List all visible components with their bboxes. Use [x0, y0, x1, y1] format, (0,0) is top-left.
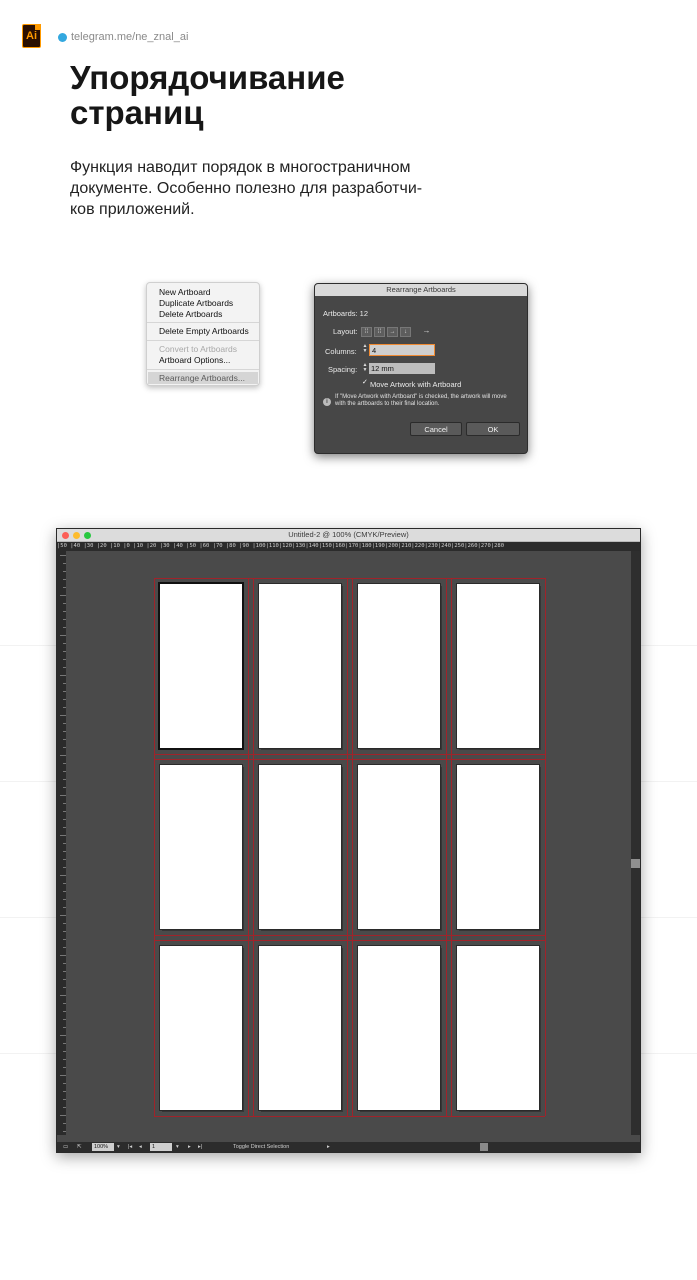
illustrator-logo-icon: Ai: [22, 24, 41, 48]
vertical-ruler: [57, 551, 66, 1135]
grid-by-column-icon[interactable]: ⁞⁞: [374, 327, 385, 337]
bleed-guide: [154, 578, 545, 579]
vertical-scrollbar[interactable]: [631, 551, 640, 1135]
artboard-number-field[interactable]: 1: [150, 1143, 172, 1151]
menu-item-delete-empty-artboards[interactable]: Delete Empty Artboards: [159, 326, 249, 336]
zoom-dropdown-icon[interactable]: ▾: [117, 1142, 120, 1152]
info-line-1: If "Move Artwork with Artboard" is check…: [335, 394, 507, 400]
spacing-stepper-icon[interactable]: ▲ ▼: [362, 363, 368, 374]
document-window: Untitled-2 @ 100% (CMYK/Preview) |50 |40…: [56, 528, 641, 1153]
menu-separator: [147, 322, 259, 323]
horizontal-ruler: |50 |40 |30 |20 |10 |0 |10 |20 |30 |40 |…: [57, 542, 640, 551]
bleed-guide: [545, 578, 546, 1116]
artboards-context-menu: New Artboard Duplicate Artboards Delete …: [146, 282, 260, 386]
move-artwork-checkbox[interactable]: ✓: [362, 379, 368, 386]
title-line-1: Упорядочивание: [70, 59, 345, 96]
dialog-title: Rearrange Artboards: [315, 284, 527, 296]
artboard[interactable]: [160, 765, 242, 929]
canvas[interactable]: [66, 551, 631, 1135]
columns-stepper-icon[interactable]: ▲ ▼: [362, 344, 368, 355]
left-to-right-icon[interactable]: →: [421, 327, 432, 337]
menu-item-new-artboard[interactable]: New Artboard: [159, 287, 211, 297]
share-icon[interactable]: ⇱: [77, 1142, 82, 1152]
bleed-guide: [154, 1116, 545, 1117]
channel-link[interactable]: telegram.me/ne_znal_ai: [71, 31, 188, 43]
artboard[interactable]: [358, 584, 440, 748]
artboard[interactable]: [457, 765, 539, 929]
telegram-icon: [58, 33, 67, 42]
bleed-guide: [347, 578, 348, 1116]
grid-by-row-icon[interactable]: ⁞⁞: [361, 327, 372, 337]
first-artboard-icon[interactable]: |◂: [128, 1142, 132, 1152]
horizontal-scrollbar[interactable]: [347, 1142, 627, 1152]
next-artboard-icon[interactable]: ▸: [188, 1142, 191, 1152]
bleed-guide: [451, 578, 452, 1116]
artboard[interactable]: [259, 946, 341, 1110]
artboards-count-label: Artboards: 12: [323, 309, 369, 318]
description-line-3: ков приложений.: [70, 201, 195, 218]
menu-separator: [147, 340, 259, 341]
menu-item-convert-to-artboards: Convert to Artboards: [159, 344, 237, 354]
artboard-dropdown-icon[interactable]: ▾: [176, 1142, 179, 1152]
info-icon: i: [323, 398, 331, 406]
artboard[interactable]: [160, 946, 242, 1110]
arrange-by-column-icon[interactable]: ↓: [400, 327, 411, 337]
artboard[interactable]: [358, 765, 440, 929]
menu-item-rearrange-artboards[interactable]: Rearrange Artboards...: [159, 373, 245, 383]
bleed-guide: [253, 578, 254, 1116]
description: Функция наводит порядок в многостранично…: [70, 157, 490, 220]
cancel-button[interactable]: Cancel: [410, 422, 462, 436]
menu-separator: [147, 369, 259, 370]
columns-label: Columns:: [325, 347, 357, 356]
bleed-guide: [154, 940, 545, 941]
description-line-2: документе. Особенно полезно для разработ…: [70, 180, 423, 197]
artboard[interactable]: [457, 584, 539, 748]
menu-item-delete-artboards[interactable]: Delete Artboards: [159, 309, 222, 319]
previous-artboard-icon[interactable]: ◂: [139, 1142, 142, 1152]
minimize-window-button[interactable]: [73, 532, 80, 539]
bleed-guide: [248, 578, 249, 1116]
artboard[interactable]: [259, 584, 341, 748]
artboard[interactable]: [358, 946, 440, 1110]
description-line-1: Функция наводит порядок в многостранично…: [70, 159, 411, 176]
spacing-input[interactable]: 12 mm: [369, 363, 435, 374]
page-title: Упорядочивание страниц: [70, 60, 590, 130]
window-title: Untitled-2 @ 100% (CMYK/Preview): [57, 529, 640, 542]
bleed-guide: [154, 754, 545, 755]
bleed-guide: [154, 935, 545, 936]
move-artwork-label: Move Artwork with Artboard: [370, 380, 462, 389]
bleed-guide: [446, 578, 447, 1116]
title-line-2: страниц: [70, 94, 204, 131]
artboard-nav-icon[interactable]: ▭: [63, 1142, 68, 1152]
horizontal-scroll-thumb[interactable]: [480, 1143, 488, 1151]
zoom-field[interactable]: 100%: [92, 1143, 114, 1151]
info-text: If "Move Artwork with Artboard" is check…: [335, 394, 521, 408]
bleed-guide: [154, 759, 545, 760]
layout-label: Layout:: [333, 327, 358, 336]
menu-item-duplicate-artboards[interactable]: Duplicate Artboards: [159, 298, 233, 308]
menu-item-artboard-options[interactable]: Artboard Options...: [159, 355, 230, 365]
last-artboard-icon[interactable]: ▸|: [198, 1142, 202, 1152]
info-line-2: with the artboards to their final locati…: [335, 401, 440, 407]
close-window-button[interactable]: [62, 532, 69, 539]
artboard[interactable]: [457, 946, 539, 1110]
bleed-guide: [154, 578, 155, 1116]
bleed-guide: [352, 578, 353, 1116]
arrange-by-row-icon[interactable]: →: [387, 327, 398, 337]
status-text[interactable]: Toggle Direct Selection: [233, 1142, 289, 1152]
artboard[interactable]: [259, 765, 341, 929]
status-menu-icon[interactable]: ▸: [327, 1142, 330, 1152]
vertical-scroll-thumb[interactable]: [631, 859, 640, 868]
ok-button[interactable]: OK: [466, 422, 520, 436]
columns-input[interactable]: 4: [369, 344, 435, 356]
rearrange-artboards-dialog: Rearrange Artboards Artboards: 12 Layout…: [314, 283, 528, 454]
artboard[interactable]: [160, 584, 242, 748]
zoom-window-button[interactable]: [84, 532, 91, 539]
spacing-label: Spacing:: [328, 365, 358, 374]
